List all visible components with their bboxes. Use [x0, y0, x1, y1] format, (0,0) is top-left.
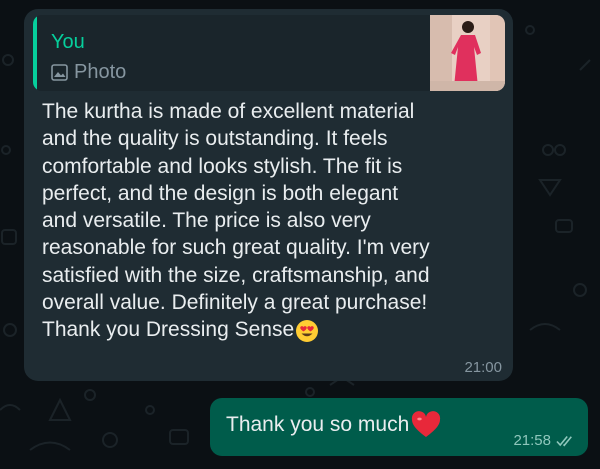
outgoing-message-meta: 21:58	[513, 432, 576, 449]
incoming-message-body: The kurtha is made of excellent material…	[42, 100, 430, 342]
photo-icon	[51, 64, 68, 81]
reply-quote[interactable]: You Photo	[33, 15, 505, 91]
outgoing-message-body: Thank you so much	[226, 413, 410, 436]
quote-media-type: Photo	[51, 61, 126, 84]
outgoing-message-bubble[interactable]: Thank you so much 21:58	[210, 398, 588, 456]
incoming-message-text: The kurtha is made of excellent material…	[42, 98, 502, 344]
incoming-message-time: 21:00	[464, 359, 502, 376]
outgoing-message-time: 21:58	[513, 432, 551, 449]
quote-media-label: Photo	[74, 61, 127, 83]
outgoing-message-text: Thank you so much	[226, 411, 441, 439]
double-check-icon	[556, 435, 572, 446]
heart-eyes-emoji	[296, 319, 319, 342]
incoming-message-bubble[interactable]: You Photo The kurtha is made of excellen…	[24, 9, 513, 381]
quoted-photo-thumbnail[interactable]	[430, 15, 505, 91]
quote-author: You	[51, 31, 85, 53]
red-heart-emoji	[412, 411, 441, 437]
quote-accent-bar	[33, 15, 37, 91]
